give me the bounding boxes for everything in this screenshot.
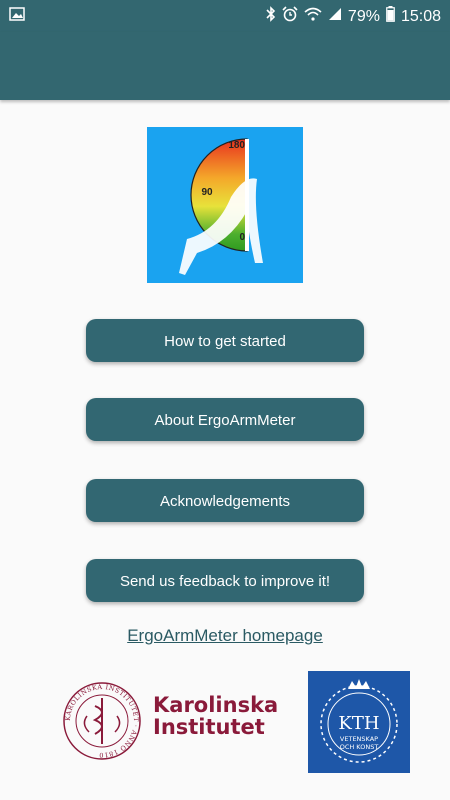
kth-line-2: OCH KONST	[340, 743, 379, 751]
ki-line-2: Institutet	[153, 715, 265, 739]
status-bar: 79% 15:08	[0, 0, 450, 32]
homepage-link[interactable]: ErgoArmMeter homepage	[0, 626, 450, 646]
alarm-icon	[282, 6, 298, 27]
image-icon	[9, 7, 25, 26]
wifi-icon	[304, 7, 322, 26]
signal-icon	[328, 7, 342, 26]
app-logo: 180 90 0	[147, 127, 303, 283]
ki-seal-icon: KAROLINSKA INSTITUTET · ANNO 1810	[63, 682, 141, 760]
crown-icon	[348, 679, 370, 689]
gauge-label-180: 180	[228, 140, 245, 151]
how-to-get-started-button[interactable]: How to get started	[86, 319, 364, 362]
ki-wordmark: Karolinska Institutet	[153, 694, 278, 738]
kth-line-1: VETENSKAP	[340, 735, 378, 743]
acknowledgements-button[interactable]: Acknowledgements	[86, 479, 364, 522]
send-feedback-button[interactable]: Send us feedback to improve it!	[86, 559, 364, 602]
battery-percent: 79%	[347, 7, 380, 25]
gauge-label-90: 90	[201, 187, 213, 198]
status-time: 15:08	[400, 7, 441, 25]
kth-name: KTH	[338, 713, 379, 734]
battery-icon	[386, 6, 395, 27]
ki-line-1: Karolinska	[153, 693, 279, 717]
kth-logo: KTH VETENSKAP OCH KONST	[308, 671, 410, 773]
gauge-label-0: 0	[239, 232, 245, 243]
karolinska-logo: KAROLINSKA INSTITUTET · ANNO 1810 Karoli…	[57, 676, 278, 766]
app-bar	[0, 32, 450, 100]
about-button[interactable]: About ErgoArmMeter	[86, 398, 364, 441]
bluetooth-icon	[266, 6, 276, 27]
